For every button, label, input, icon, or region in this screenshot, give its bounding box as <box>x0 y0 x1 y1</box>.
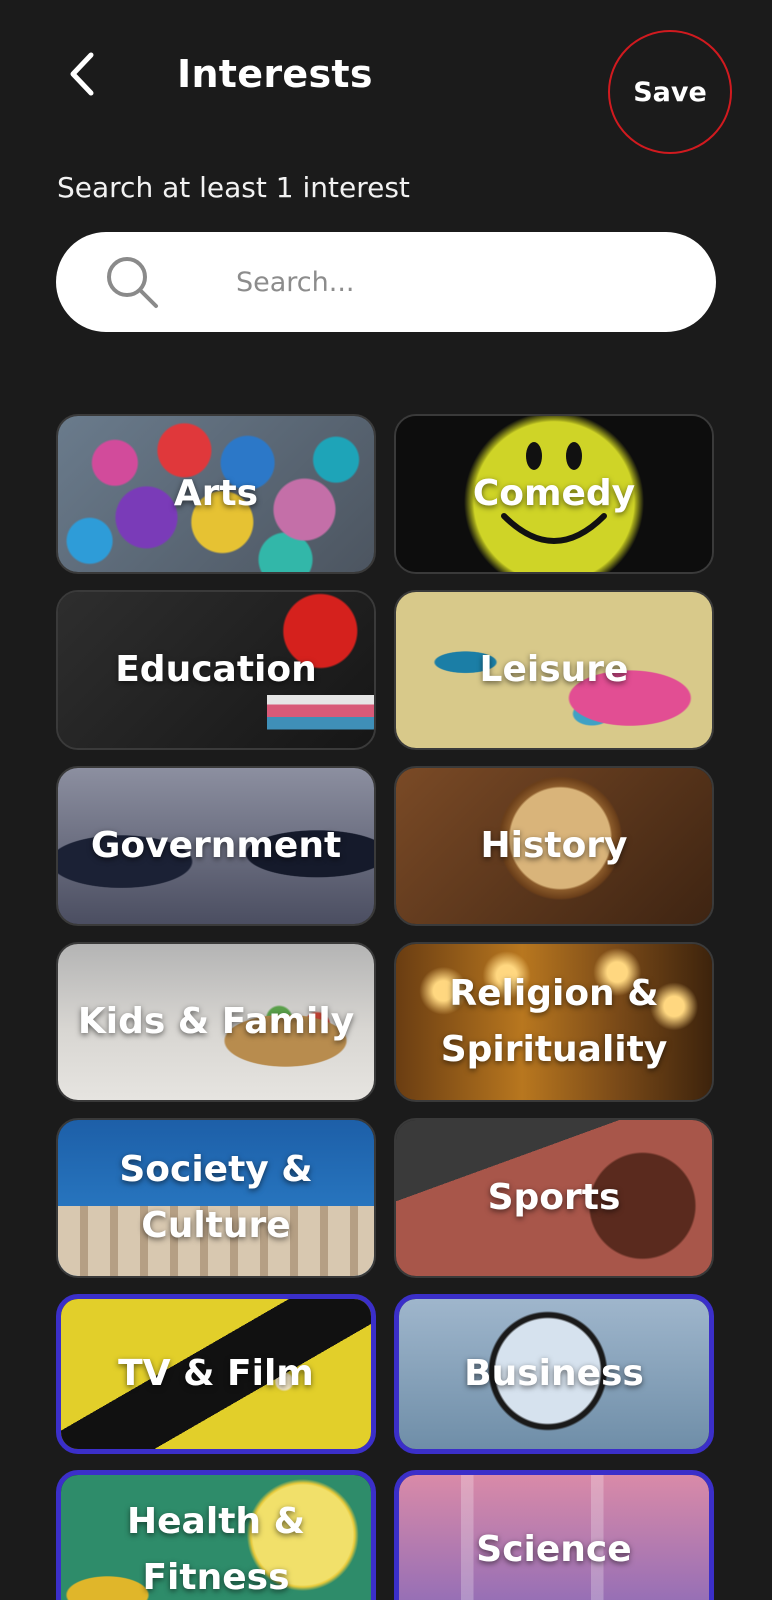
interest-label: Society & Culture <box>119 1149 313 1246</box>
search-icon <box>107 257 158 308</box>
interest-tile-business[interactable]: Business <box>394 1294 714 1454</box>
interest-tile-history[interactable]: History <box>394 766 714 926</box>
interest-tile-religion-spirituality[interactable]: Religion & Spirituality <box>394 942 714 1102</box>
save-button[interactable]: Save <box>608 30 732 154</box>
interest-tile-kids-family[interactable]: Kids & Family <box>56 942 376 1102</box>
interest-label: Government <box>90 825 342 866</box>
search-input[interactable] <box>236 257 666 307</box>
interest-label: Education <box>115 649 317 690</box>
interests-screen: Interests Save Search at least 1 interes… <box>0 0 772 1600</box>
interest-tile-society-culture[interactable]: Society & Culture <box>56 1118 376 1278</box>
interest-label: Business <box>464 1353 644 1394</box>
interest-tile-health-fitness[interactable]: Health & Fitness <box>56 1470 376 1600</box>
interest-label: Arts <box>173 473 259 514</box>
back-button[interactable] <box>62 48 102 100</box>
interest-tile-tv-film[interactable]: TV & Film <box>56 1294 376 1454</box>
interest-label: Kids & Family <box>77 1001 355 1042</box>
interest-tile-arts[interactable]: Arts <box>56 414 376 574</box>
interest-tile-sports[interactable]: Sports <box>394 1118 714 1278</box>
interest-tile-leisure[interactable]: Leisure <box>394 590 714 750</box>
page-title: Interests <box>177 52 373 96</box>
interest-label: History <box>480 825 628 866</box>
interest-label: Comedy <box>472 473 636 514</box>
interest-label: Religion & Spirituality <box>440 973 668 1070</box>
interest-label: Health & Fitness <box>127 1501 305 1598</box>
interest-tile-science[interactable]: Science <box>394 1470 714 1600</box>
search-bar[interactable] <box>56 232 716 332</box>
interest-tile-government[interactable]: Government <box>56 766 376 926</box>
instruction-text: Search at least 1 interest <box>57 171 410 204</box>
interest-tile-education[interactable]: Education <box>56 590 376 750</box>
interest-grid: Arts Comedy Education Leisure Government <box>56 414 716 1600</box>
interest-label: TV & Film <box>118 1353 314 1394</box>
interest-label: Leisure <box>479 649 629 690</box>
interest-tile-comedy[interactable]: Comedy <box>394 414 714 574</box>
interest-label: Science <box>476 1529 632 1570</box>
interest-label: Sports <box>487 1177 621 1218</box>
chevron-left-icon <box>70 52 94 96</box>
